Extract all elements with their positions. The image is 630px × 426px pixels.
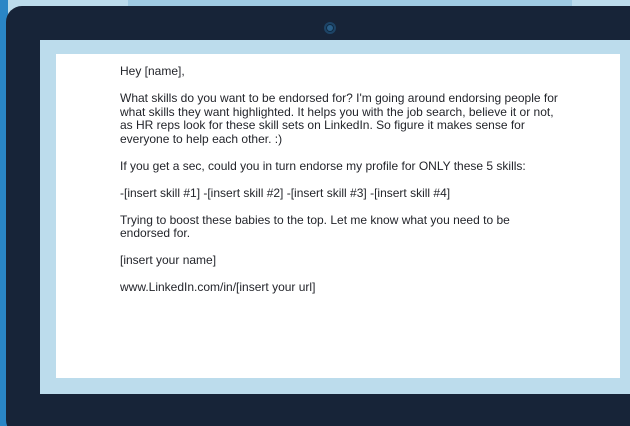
signature-line: [insert your name]: [120, 253, 217, 267]
message-body: Hey [name], What skills do you want to b…: [120, 64, 562, 295]
closing-paragraph: Trying to boost these babies to the top.…: [120, 212, 510, 240]
webcam-icon: [324, 22, 336, 34]
greeting-line: Hey [name],: [120, 64, 185, 78]
camera-lens: [327, 25, 333, 31]
device-screen: Hey [name], What skills do you want to b…: [40, 40, 630, 394]
message-document: Hey [name], What skills do you want to b…: [56, 54, 620, 378]
intro-paragraph: What skills do you want to be endorsed f…: [120, 91, 558, 146]
skills-list: -[insert skill #1] -[insert skill #2] -[…: [120, 185, 451, 200]
request-paragraph: If you get a sec, could you in turn endo…: [120, 158, 526, 173]
profile-url: www.LinkedIn.com/in/[insert your url]: [120, 280, 316, 294]
tablet-device: Hey [name], What skills do you want to b…: [6, 6, 630, 426]
